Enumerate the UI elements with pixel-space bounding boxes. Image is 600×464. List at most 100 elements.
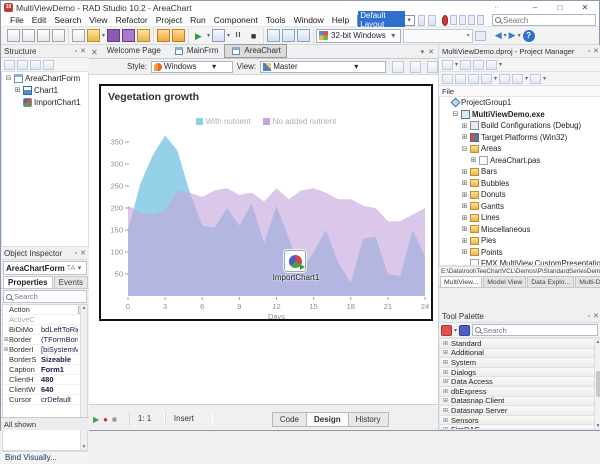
platform-icon[interactable]: [530, 74, 541, 84]
inspector-search-input[interactable]: [14, 292, 74, 301]
step-over-icon[interactable]: [282, 29, 295, 42]
property-row[interactable]: ⊞ Border (TFormBorder): [3, 335, 87, 345]
desktop-layout-combo[interactable]: Default Layout ▾: [357, 15, 414, 26]
editor-tab[interactable]: Welcome Page: [101, 44, 167, 58]
project-tree-item[interactable]: FMX.MultiView.CustomPresentation.pas: [440, 258, 600, 266]
inspector-tab[interactable]: Properties: [3, 276, 53, 288]
view-tab[interactable]: Code: [272, 412, 307, 427]
menu-item[interactable]: Component: [210, 14, 262, 27]
property-value[interactable]: 640: [41, 385, 78, 394]
expand-icon[interactable]: ⊞: [461, 202, 468, 210]
expand-icon[interactable]: ⊞: [443, 426, 448, 430]
trace-into-icon[interactable]: [267, 29, 280, 42]
open-icon[interactable]: [87, 29, 100, 42]
open-file-icon[interactable]: [22, 29, 35, 42]
macro-record-icon[interactable]: ●: [103, 415, 108, 424]
project-tree-item[interactable]: ⊟ Areas: [440, 143, 600, 155]
project-tree-item[interactable]: ⊞ AreaChart.pas: [440, 155, 600, 167]
menu-item[interactable]: View: [85, 14, 111, 27]
chevron-down-icon[interactable]: ▾: [198, 62, 229, 71]
expand-icon[interactable]: ⊞: [443, 407, 448, 414]
help-icon[interactable]: ?: [523, 30, 535, 42]
chevron-down-icon[interactable]: ▾: [454, 327, 457, 334]
add-view-icon[interactable]: [392, 61, 403, 73]
palette-settings-icon[interactable]: [459, 325, 470, 336]
expand-icon[interactable]: ⊞: [443, 397, 448, 404]
remove-file-icon[interactable]: [473, 60, 484, 70]
menu-item[interactable]: Edit: [28, 14, 51, 27]
instance-selector[interactable]: AreaChartForm TAreaChartF ▾: [3, 261, 87, 275]
project-tree-item[interactable]: ⊞ Build Configurations (Debug): [440, 120, 600, 132]
view-tab[interactable]: Design: [306, 412, 349, 427]
file-column-header[interactable]: File: [439, 86, 600, 97]
project-tree-item[interactable]: ⊞ Donuts: [440, 189, 600, 201]
sync-icon[interactable]: [442, 74, 453, 84]
save-all-icon[interactable]: [122, 29, 135, 42]
expand-icon[interactable]: ⊞: [461, 237, 468, 245]
pin-icon[interactable]: ▫: [588, 48, 590, 55]
browse-icon[interactable]: [475, 31, 486, 41]
property-row[interactable]: ClientW 640: [3, 385, 87, 395]
menu-item[interactable]: Search: [50, 14, 85, 27]
target-platform-combo[interactable]: 32-bit Windows ▾: [316, 29, 401, 43]
property-row[interactable]: ActiveC: [3, 315, 87, 325]
login-icon[interactable]: [477, 15, 484, 25]
record-icon[interactable]: [442, 15, 449, 26]
pause-button[interactable]: II: [232, 29, 245, 42]
run-without-debugging-icon[interactable]: [212, 29, 225, 42]
property-row[interactable]: Action ▾: [3, 305, 87, 315]
chevron-down-icon[interactable]: ▾: [329, 62, 383, 71]
expand-icon[interactable]: ⊞: [461, 248, 468, 256]
project-tree-item[interactable]: ⊞ Points: [440, 247, 600, 259]
collapse-all-icon[interactable]: [4, 60, 15, 70]
palette-search-input[interactable]: [483, 326, 595, 335]
chart-control[interactable]: 5010015020025030035003691215182124Days V…: [99, 84, 433, 321]
close-panel-icon[interactable]: ✕: [593, 47, 599, 55]
expand-all-icon[interactable]: [468, 74, 479, 84]
filter-icon[interactable]: [512, 74, 523, 84]
view-tab[interactable]: History: [348, 412, 389, 427]
expand-icon[interactable]: ⊞: [461, 179, 468, 187]
project-tree-item[interactable]: ⊞ Lines: [440, 212, 600, 224]
expand-icon[interactable]: ⊞: [461, 122, 468, 130]
project-tree-item[interactable]: ProjectGroup1: [440, 97, 600, 109]
project-tree-item[interactable]: ⊞ Gantts: [440, 201, 600, 213]
maximize-button[interactable]: □: [549, 2, 571, 14]
menu-item[interactable]: File: [6, 14, 28, 27]
expand-icon[interactable]: ⊞: [461, 225, 468, 233]
property-row[interactable]: ClientH 480: [3, 375, 87, 385]
expand-icon[interactable]: ⊞: [461, 168, 468, 176]
expand-icon[interactable]: ⊟: [452, 110, 459, 118]
step-out-icon[interactable]: [297, 29, 310, 42]
palette-category[interactable]: ⊞ FireDAC: [440, 425, 600, 430]
expand-icon[interactable]: ⊞: [443, 388, 448, 395]
chevron-down-icon[interactable]: ▾: [455, 61, 458, 68]
build-icon[interactable]: [499, 74, 510, 84]
palette-category[interactable]: ⊞ System: [440, 358, 600, 368]
add-new-icon[interactable]: [460, 60, 471, 70]
inspector-tab[interactable]: Events: [54, 276, 88, 288]
chevron-down-icon[interactable]: ▾: [75, 264, 84, 272]
expand-icon[interactable]: ⊞: [443, 349, 448, 356]
configuration-combo[interactable]: ▾: [403, 29, 473, 43]
style-combo[interactable]: Windows ▾: [151, 61, 233, 73]
property-value[interactable]: Form1: [41, 365, 78, 374]
menu-item[interactable]: Help: [328, 14, 353, 27]
chevron-down-icon[interactable]: ▾: [525, 75, 528, 82]
palette-category[interactable]: ⊞ Sensors: [440, 416, 600, 426]
navigate-forward-icon[interactable]: ▶: [509, 30, 516, 41]
save-icon[interactable]: [107, 29, 120, 42]
expand-icon[interactable]: ⊞: [443, 369, 448, 376]
inspector-search-box[interactable]: [3, 290, 87, 303]
property-value[interactable]: bdLeftToRight: [41, 325, 78, 334]
save-desktop-icon[interactable]: [418, 15, 425, 26]
palette-category[interactable]: ⊞ Dialogs: [440, 368, 600, 378]
close-panel-icon[interactable]: ✕: [80, 249, 86, 257]
run-dropdown-icon[interactable]: ▾: [207, 32, 210, 39]
chevron-down-icon[interactable]: ▾: [499, 61, 502, 68]
save-as-icon[interactable]: [137, 29, 150, 42]
project-tree-item[interactable]: ⊞ Bars: [440, 166, 600, 178]
menu-item[interactable]: Project: [152, 14, 186, 27]
palette-category[interactable]: ⊞ Data Access: [440, 377, 600, 387]
property-row[interactable]: ⊞ BorderI [biSystemMenu,biM: [3, 345, 87, 355]
